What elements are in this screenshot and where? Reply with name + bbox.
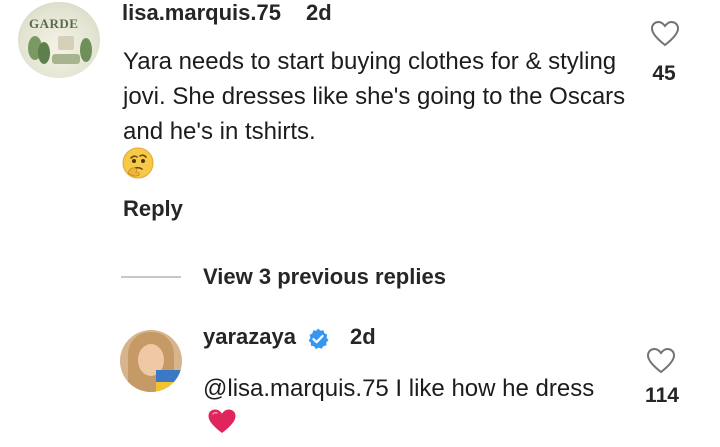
avatar-logo-text: GARDE xyxy=(29,16,79,31)
like-heart-icon[interactable] xyxy=(646,347,676,375)
red-heart-emoji xyxy=(208,409,236,433)
reply-text-block: @lisa.marquis.75 I like how he dress xyxy=(203,371,623,441)
comment-time: 2d xyxy=(306,0,332,25)
reply-text: @lisa.marquis.75 I like how he dress xyxy=(203,375,595,402)
reply-time: 2d xyxy=(350,324,376,349)
like-count: 45 xyxy=(652,62,676,85)
divider-line xyxy=(121,276,181,278)
comment-text: Yara needs to start buying clothes for &… xyxy=(123,48,626,145)
avatar[interactable]: GARDE xyxy=(18,2,100,78)
reply-username[interactable]: yarazaya xyxy=(203,324,296,350)
avatar[interactable] xyxy=(120,330,182,392)
like-count: 114 xyxy=(645,384,679,407)
thinking-face-emoji xyxy=(122,147,154,179)
verified-badge-icon xyxy=(308,328,329,349)
view-previous-replies-button[interactable]: View 3 previous replies xyxy=(203,264,446,290)
like-heart-icon[interactable] xyxy=(650,20,680,48)
reply-button[interactable]: Reply xyxy=(123,196,183,222)
comment-username[interactable]: lisa.marquis.75 xyxy=(122,0,281,26)
